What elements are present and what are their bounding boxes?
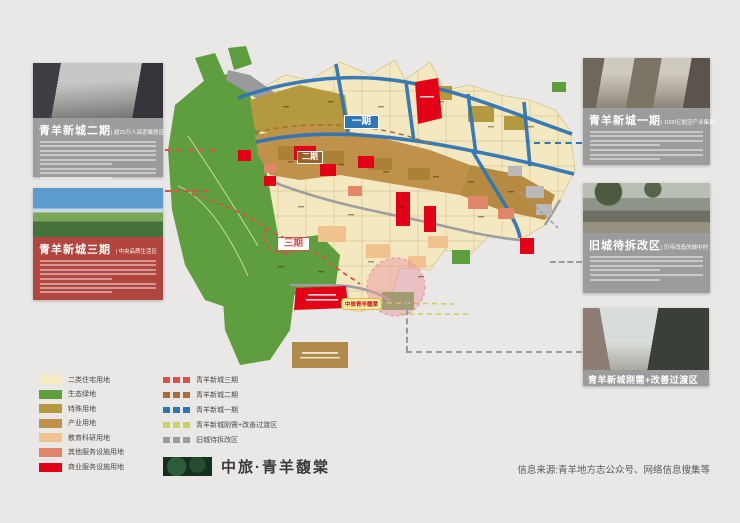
phase3-body-text-2 — [40, 283, 156, 294]
map-label-phase1: 一期 — [344, 115, 379, 129]
phase2-photo — [33, 63, 163, 118]
panel-oldtown: 旧城待拆改区 | 仍待改造的城中村 — [583, 183, 710, 293]
legend-dash-swatch — [163, 422, 190, 429]
phase2-subtitle: | 超20万人高密聚居区 — [111, 128, 164, 136]
connector-phase2 — [165, 149, 215, 151]
connector-transition-vertical — [406, 300, 408, 352]
legend-swatch — [39, 375, 62, 384]
legend-item: 教育科研用地 — [39, 433, 124, 442]
poster-canvas: 一期 二期 三期 中旅青羊馥棠 青羊新城二期 | 超20万人高密聚居区 青羊新城… — [0, 0, 740, 523]
phase2-body-text — [40, 141, 156, 165]
brand-logo-text: 中旅·青羊馥棠 — [221, 456, 330, 477]
legend-item: 青羊新城二期 — [163, 391, 277, 399]
legend-swatch — [39, 419, 62, 428]
connector-transition-horizontal — [406, 351, 582, 353]
legend-item: 商业服务设施用地 — [39, 463, 124, 472]
oldtown-photo — [583, 183, 710, 233]
panel-phase2: 青羊新城二期 | 超20万人高密聚居区 — [33, 63, 163, 177]
oldtown-subtitle: | 仍待改造的城中村 — [661, 243, 708, 251]
brand-row: 中旅·青羊馥棠 — [163, 456, 330, 477]
legend-dash-swatch — [163, 392, 190, 399]
legend-landuse: 二类住宅用地 生态绿地 特殊用地 产业用地 教育科研用地 其他服务设施用地 商业… — [39, 375, 124, 477]
transition-title: 青羊新城刚需+改善过渡区 — [583, 370, 709, 389]
legend-dash-swatch — [163, 377, 190, 384]
connector-oldtown — [550, 261, 582, 263]
legend-item: 特殊用地 — [39, 404, 124, 413]
panel-transition: 青羊新城刚需+改善过渡区 — [583, 308, 709, 386]
legend-swatch — [39, 448, 62, 457]
legend-item: 青羊新城刚需+改善过渡区 — [163, 421, 277, 429]
legend-item: 青羊新城三期 — [163, 376, 277, 384]
map-label-phase3: 三期 — [277, 237, 310, 251]
phase1-body-text-2 — [590, 149, 703, 160]
panel-phase3: 青羊新城三期 | 中央品质生活区 — [33, 188, 163, 300]
legend-dash-swatch — [163, 407, 190, 414]
phase1-title: 青羊新城一期 — [589, 112, 661, 128]
oldtown-body-text — [590, 256, 703, 271]
legend-zones: 青羊新城三期 青羊新城二期 青羊新城一期 青羊新城刚需+改善过渡区 旧城待拆改区 — [163, 376, 277, 451]
legend-dash-swatch — [163, 437, 190, 444]
brand-logo-image — [163, 457, 212, 476]
legend-item: 其他服务设施用地 — [39, 448, 124, 457]
legend-swatch — [39, 463, 62, 472]
planning-map[interactable] — [168, 46, 578, 376]
legend-item: 产业用地 — [39, 419, 124, 428]
phase2-title: 青羊新城二期 — [39, 122, 111, 138]
oldtown-body-text-2 — [590, 274, 703, 280]
phase3-title: 青羊新城三期 — [39, 241, 111, 257]
legend-swatch — [39, 390, 62, 399]
source-note: 信息来源:青羊地方志公众号、网络信息搜集等 — [517, 462, 710, 476]
legend-item: 青羊新城一期 — [163, 406, 277, 414]
phase1-subtitle: | 1000亿航空产业集群 — [661, 118, 715, 126]
phase3-subtitle: | 中央品质生活区 — [116, 247, 157, 255]
phase1-body-text — [590, 131, 703, 146]
phase2-body-text-2 — [40, 168, 156, 179]
panel-phase1: 青羊新城一期 | 1000亿航空产业集群 — [583, 58, 710, 165]
connector-phase3 — [165, 190, 207, 192]
phase1-photo — [583, 58, 710, 108]
legend-swatch — [39, 404, 62, 413]
legend-item: 生态绿地 — [39, 390, 124, 399]
phase3-photo — [33, 188, 163, 237]
phase3-body-text — [40, 260, 156, 280]
transition-photo — [583, 308, 709, 370]
connector-phase1 — [534, 142, 582, 144]
legend-item: 二类住宅用地 — [39, 375, 124, 384]
legend-item: 旧城待拆改区 — [163, 436, 277, 444]
oldtown-title: 旧城待拆改区 — [589, 237, 661, 253]
map-project-marker: 中旅青羊馥棠 — [341, 298, 382, 310]
legend-swatch — [39, 433, 62, 442]
map-label-phase2: 二期 — [297, 151, 323, 164]
